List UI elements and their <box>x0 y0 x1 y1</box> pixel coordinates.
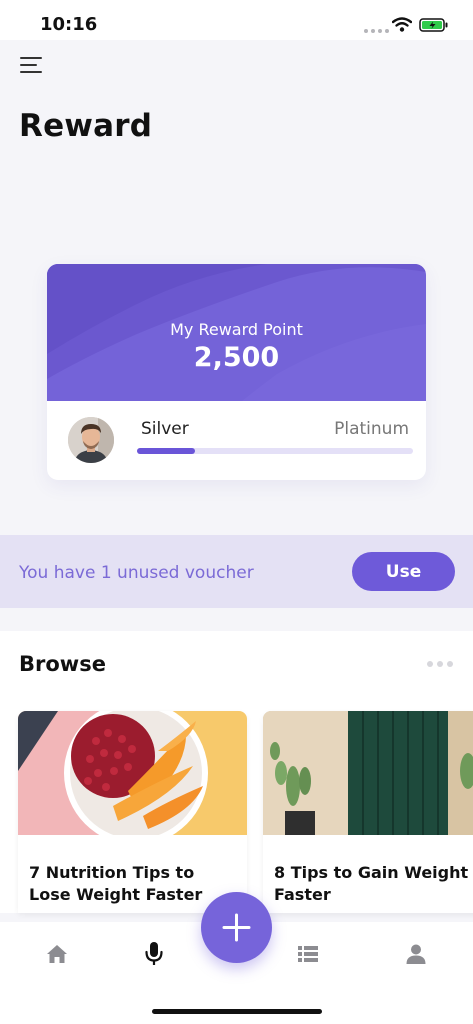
reward-card-header: My Reward Point 2,500 <box>47 264 426 401</box>
article-card-gain-weight[interactable]: 8 Tips to Gain Weight Faster <box>263 711 473 913</box>
list-icon[interactable] <box>293 939 323 969</box>
tier-progress-fill <box>137 448 195 454</box>
article-title: 8 Tips to Gain Weight Faster <box>274 863 469 904</box>
signal-icon <box>364 29 389 33</box>
next-tier-label: Platinum <box>334 419 409 439</box>
avatar <box>68 417 114 463</box>
reward-point-label: My Reward Point <box>170 320 303 339</box>
status-bar: 10:16 <box>0 0 473 40</box>
microphone-icon[interactable] <box>139 939 169 969</box>
wifi-icon <box>392 17 412 32</box>
menu-icon[interactable] <box>20 55 44 77</box>
cactus-doorway-image <box>263 711 473 835</box>
page-title: Reward <box>19 108 153 144</box>
plus-icon <box>222 913 251 942</box>
use-voucher-button[interactable]: Use <box>352 552 455 591</box>
profile-icon[interactable] <box>401 939 431 969</box>
home-icon[interactable] <box>42 939 72 969</box>
reward-card: My Reward Point 2,500 Silver Platinum <box>47 264 426 480</box>
browse-title: Browse <box>19 652 106 676</box>
more-options-icon[interactable] <box>427 661 453 667</box>
status-time: 10:16 <box>40 14 98 35</box>
battery-icon <box>419 18 448 32</box>
browse-section: Browse 7 Nutrition Tips to Lose Weight F… <box>0 631 473 913</box>
article-card-nutrition[interactable]: 7 Nutrition Tips to Lose Weight Faster <box>18 711 247 913</box>
reward-point-value: 2,500 <box>193 342 280 373</box>
fruit-bowl-image <box>18 711 247 835</box>
current-tier-label: Silver <box>141 419 189 439</box>
voucher-text: You have 1 unused voucher <box>19 563 254 583</box>
voucher-banner: You have 1 unused voucher Use <box>0 535 473 608</box>
tier-progress-bar <box>137 448 413 454</box>
add-button[interactable] <box>201 892 272 963</box>
home-indicator <box>152 1009 322 1014</box>
